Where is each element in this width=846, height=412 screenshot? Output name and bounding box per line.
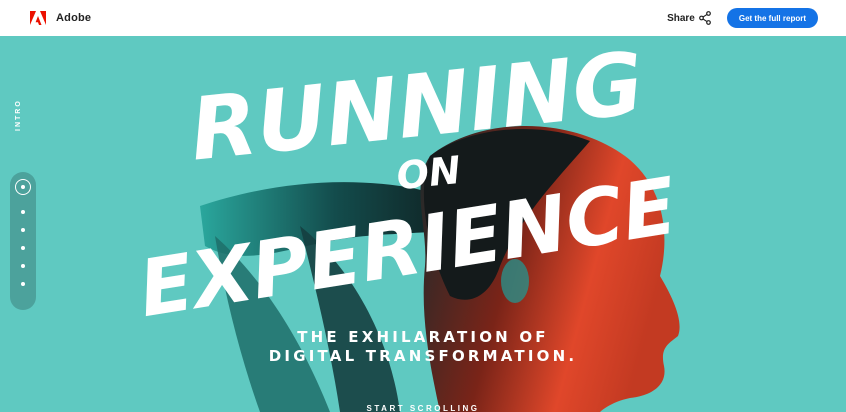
side-nav[interactable] [10, 172, 36, 310]
brand-name[interactable]: Adobe [56, 12, 91, 24]
share-icon [698, 11, 711, 25]
adobe-logo-icon[interactable] [30, 11, 46, 25]
share-button[interactable]: Share [667, 11, 711, 25]
hero-subtitle-line1: THE EXHILARATION OF [297, 328, 549, 346]
hero-subtitle-line2: DIGITAL TRANSFORMATION. [268, 347, 578, 365]
side-nav-dot[interactable] [21, 264, 25, 268]
side-nav-dot[interactable] [21, 210, 25, 214]
start-scrolling-cue[interactable]: START SCROLLING [0, 404, 846, 412]
side-nav-active-dot[interactable] [15, 179, 31, 195]
side-nav-dot[interactable] [21, 228, 25, 232]
top-bar: Adobe Share Get the full report [0, 0, 846, 36]
side-nav-label: INTRO [15, 99, 22, 131]
title-line-on: ON [394, 148, 462, 198]
hero-section: RUNNING ON EXPERIENCE INTRO THE EXHILARA… [0, 36, 846, 412]
share-label: Share [667, 12, 695, 24]
get-full-report-button[interactable]: Get the full report [726, 8, 818, 28]
side-nav-dot[interactable] [21, 246, 25, 250]
side-nav-dot[interactable] [21, 282, 25, 286]
